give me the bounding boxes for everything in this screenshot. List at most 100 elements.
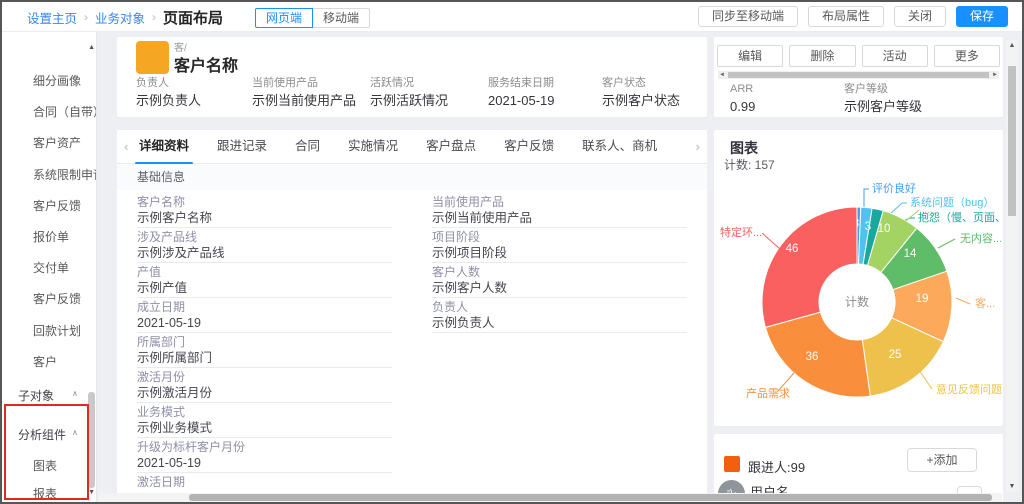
tab-item[interactable]: 联系人、商机 xyxy=(582,130,657,164)
vertical-scrollbar-thumb[interactable] xyxy=(1008,66,1016,216)
sidebar-scrollbar-thumb[interactable] xyxy=(88,392,95,488)
slice-callout-label: 无内容... xyxy=(960,231,1002,245)
slice-callout-label: 产品需求 xyxy=(746,386,790,400)
form-field[interactable]: 负责人示例负责人 xyxy=(432,300,687,333)
tab-item[interactable]: 客户盘点 xyxy=(426,130,476,164)
slice-callout-label: 特定环... xyxy=(720,225,762,239)
tabs-prev-icon[interactable]: ‹ xyxy=(124,139,128,154)
form-field[interactable]: 成立日期2021-05-19 xyxy=(137,300,392,333)
record-field: 客户等级示例客户等级 xyxy=(844,82,994,115)
tab-item[interactable]: 合同 xyxy=(295,130,320,164)
field-value: 示例客户等级 xyxy=(844,99,994,115)
add-follower-button[interactable]: +添加 xyxy=(907,448,977,472)
view-toggle-active[interactable]: 网页端 xyxy=(255,8,313,28)
field-value: 2021-05-19 xyxy=(137,315,392,333)
detail-form: 客户名称示例客户名称涉及产品线示例涉及产品线产值示例产值成立日期2021-05-… xyxy=(117,190,707,497)
field-value: 示例活跃情况 xyxy=(370,93,488,109)
save-button[interactable]: 保存 xyxy=(956,6,1008,27)
field-label: 成立日期 xyxy=(137,300,392,315)
sidebar-item[interactable]: 子对象 xyxy=(18,387,54,404)
sidebar-item[interactable]: 合同（自带） xyxy=(33,103,97,120)
sidebar-scroll-up-icon[interactable]: ▲ xyxy=(88,44,95,51)
form-field[interactable]: 涉及产品线示例涉及产品线 xyxy=(137,230,392,263)
sidebar-item[interactable]: 图表 xyxy=(33,457,57,474)
sidebar-item[interactable]: 回款计划 xyxy=(33,322,81,339)
summary-field: 当前使用产品示例当前使用产品 xyxy=(252,76,370,109)
customer-summary-card[interactable]: 客/ 客户名称 负责人示例负责人当前使用产品示例当前使用产品活跃情况示例活跃情况… xyxy=(117,37,707,117)
actions-hscrollbar[interactable]: ◄ ► xyxy=(718,71,999,79)
slice-value-label: 14 xyxy=(904,248,917,260)
scroll-left-icon[interactable]: ◄ xyxy=(719,71,725,79)
sidebar-item[interactable]: 客户反馈 xyxy=(33,197,81,214)
follower-label: 跟进人:99 xyxy=(748,457,805,476)
slice-value-label: 3 xyxy=(865,221,871,233)
vscroll-down-icon[interactable]: ▼ xyxy=(1006,483,1018,490)
tab-item[interactable]: 实施情况 xyxy=(348,130,398,164)
field-label: 涉及产品线 xyxy=(137,230,392,245)
chart-card[interactable]: 图表 计数: 157 1评价良好3系统问题（bug）3抱怨（慢、页面、...10… xyxy=(714,130,1003,426)
sidebar-item[interactable]: 客户 xyxy=(33,353,57,370)
sidebar-item[interactable]: 分析组件 xyxy=(18,426,66,443)
header-action-button[interactable]: 关闭 xyxy=(894,6,946,27)
callout-line xyxy=(919,370,932,389)
record-action-button[interactable]: 更多 xyxy=(934,45,1000,67)
field-value: 示例客户人数 xyxy=(432,280,687,298)
summary-field: 负责人示例负责人 xyxy=(136,76,252,109)
form-field[interactable]: 升级为标杆客户月份2021-05-19 xyxy=(137,440,392,473)
breadcrumb-separator-icon: › xyxy=(84,10,88,24)
sidebar-item[interactable]: 客户反馈 xyxy=(33,290,81,307)
field-value: 示例负责人 xyxy=(136,93,252,109)
sidebar-scroll-down-icon[interactable]: ▼ xyxy=(88,489,95,496)
tab-active[interactable]: 详细资料 xyxy=(139,130,189,164)
header-action-button[interactable]: 布局属性 xyxy=(808,6,884,27)
form-field[interactable]: 产值示例产值 xyxy=(137,265,392,298)
active-tab-underline xyxy=(135,162,193,164)
sidebar-item[interactable]: 报表 xyxy=(33,485,57,502)
field-value: 示例项目阶段 xyxy=(432,245,687,263)
form-field[interactable]: 业务模式示例业务模式 xyxy=(137,405,392,438)
vscroll-up-icon[interactable]: ▲ xyxy=(1006,42,1018,49)
sidebar-item[interactable]: 细分画像 xyxy=(33,72,81,89)
form-field[interactable]: 所属部门示例所属部门 xyxy=(137,335,392,368)
field-value: 示例产值 xyxy=(137,280,392,298)
tab-item[interactable]: 客户反馈 xyxy=(504,130,554,164)
summary-field: 服务结束日期2021-05-19 xyxy=(488,76,602,109)
sidebar-item[interactable]: 系统限制申请明细 xyxy=(33,166,97,183)
callout-line xyxy=(956,298,970,304)
horizontal-scrollbar-thumb[interactable] xyxy=(189,494,992,501)
horizontal-scrollbar[interactable] xyxy=(99,493,1002,502)
vertical-scrollbar[interactable]: ▲ ▼ xyxy=(1006,40,1018,492)
field-label: 当前使用产品 xyxy=(432,195,687,210)
tabs-next-icon[interactable]: › xyxy=(696,139,700,154)
form-field[interactable]: 客户名称示例客户名称 xyxy=(137,195,392,228)
collapse-caret-icon[interactable]: ∧ xyxy=(72,428,78,437)
slice-value-label: 46 xyxy=(786,243,799,255)
field-value: 示例客户名称 xyxy=(137,210,392,228)
breadcrumb-item: 页面布局 xyxy=(163,7,223,28)
record-field: ARR0.99 xyxy=(730,82,844,115)
slice-value-label: 10 xyxy=(878,223,891,235)
form-field[interactable]: 客户人数示例客户人数 xyxy=(432,265,687,298)
record-action-button[interactable]: 活动 xyxy=(862,45,928,67)
chart-title: 图表 xyxy=(730,138,758,158)
form-field[interactable]: 项目阶段示例项目阶段 xyxy=(432,230,687,263)
field-label: 客户名称 xyxy=(137,195,392,210)
slice-callout-label: ... xyxy=(924,204,933,216)
breadcrumb-item[interactable]: 业务对象 xyxy=(95,8,145,27)
form-field[interactable]: 当前使用产品示例当前使用产品 xyxy=(432,195,687,228)
sidebar-item[interactable]: 交付单 xyxy=(33,259,69,276)
sidebar-item[interactable]: 报价单 xyxy=(33,228,69,245)
view-toggle: 网页端移动端 xyxy=(255,8,370,28)
view-toggle-inactive[interactable]: 移动端 xyxy=(313,8,370,28)
form-field[interactable]: 激活月份示例激活月份 xyxy=(137,370,392,403)
field-value: 示例负责人 xyxy=(432,315,687,333)
record-action-button[interactable]: 编辑 xyxy=(717,45,783,67)
sidebar-item[interactable]: 客户资产 xyxy=(33,134,81,151)
record-action-button[interactable]: 删除 xyxy=(789,45,855,67)
tab-item[interactable]: 跟进记录 xyxy=(217,130,267,164)
breadcrumb-item[interactable]: 设置主页 xyxy=(27,8,77,27)
actions-hscrollbar-thumb[interactable] xyxy=(728,72,989,78)
header-action-button[interactable]: 同步至移动端 xyxy=(698,6,798,27)
scroll-right-icon[interactable]: ► xyxy=(992,71,998,79)
collapse-caret-icon[interactable]: ∧ xyxy=(72,389,78,398)
